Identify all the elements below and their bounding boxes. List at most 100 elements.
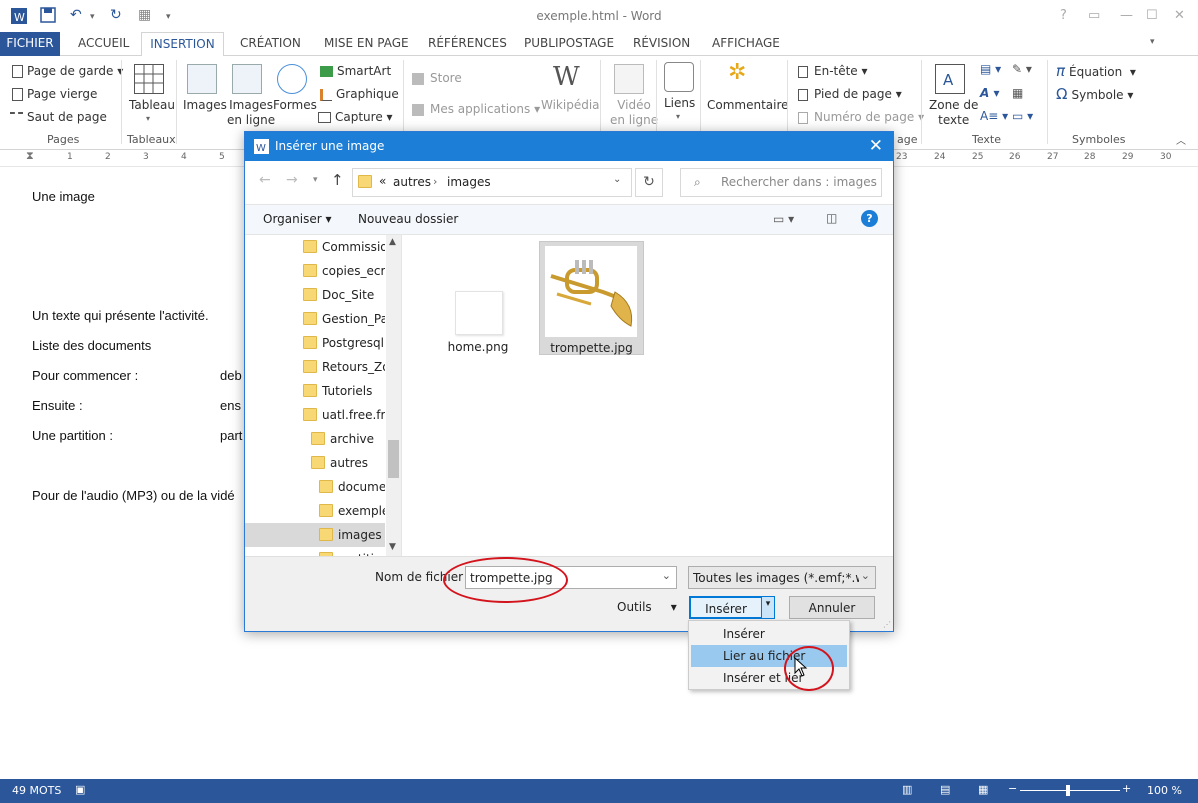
nav-folder-item[interactable]: Postgresql (245, 331, 385, 355)
tab-mise-en-page[interactable]: MISE EN PAGE (324, 36, 409, 50)
path-dropdown-icon[interactable]: ⌄ (613, 174, 621, 185)
images-button[interactable]: Images (183, 98, 227, 112)
scroll-up-icon[interactable]: ▲ (389, 237, 396, 247)
tab-publipostage[interactable]: PUBLIPOSTAGE (524, 36, 614, 50)
store-button[interactable]: Store (412, 71, 462, 85)
images-en-ligne-button[interactable]: Images en ligne (227, 98, 275, 128)
wordart-icon[interactable]: A ▾ (980, 86, 1000, 100)
close-icon[interactable]: ✕ (1174, 8, 1185, 23)
doc-line-value[interactable]: ens (220, 398, 241, 413)
nav-folder-item[interactable]: Retours_Zoo (245, 355, 385, 379)
nouveau-dossier-button[interactable]: Nouveau dossier (358, 212, 458, 226)
object-icon[interactable]: ▭ ▾ (1012, 109, 1033, 123)
web-layout-icon[interactable]: ▦ (978, 783, 988, 796)
scroll-down-icon[interactable]: ▼ (389, 542, 396, 552)
recent-dropdown-icon[interactable]: ▾ (313, 175, 318, 185)
nav-folder-item[interactable]: Gestion_Pag (245, 307, 385, 331)
view-options-icon[interactable]: ▭ ▾ (773, 212, 794, 226)
breadcrumb-autres[interactable]: autres (393, 175, 431, 189)
tab-fichier[interactable]: FICHIER (0, 32, 60, 56)
up-icon[interactable]: ↑ (331, 171, 344, 189)
zoom-level[interactable]: 100 % (1147, 784, 1182, 797)
word-count[interactable]: 49 MOTS (12, 784, 61, 797)
nav-folder-item[interactable]: autres (245, 451, 385, 475)
search-box[interactable]: ⌕ Rechercher dans : images (680, 168, 882, 197)
tab-revision[interactable]: RÉVISION (633, 36, 690, 50)
doc-line-label[interactable]: Une partition : (32, 428, 113, 443)
nav-folder-item[interactable]: Doc_Site (245, 283, 385, 307)
doc-line-value[interactable]: deb (220, 368, 242, 383)
collapse-ribbon-icon[interactable]: ︿ (1176, 132, 1186, 147)
refresh-button[interactable]: ↻ (635, 168, 663, 197)
saut-de-page-button[interactable]: Saut de page (10, 110, 107, 124)
print-layout-icon[interactable]: ▤ (940, 783, 950, 796)
doc-line[interactable]: Liste des documents (32, 338, 151, 353)
account-dropdown-icon[interactable]: ▾ (1150, 37, 1155, 47)
help-icon[interactable]: ? (1060, 8, 1067, 23)
nav-folder-item-selected[interactable]: images (245, 523, 385, 547)
back-icon[interactable]: ← (259, 172, 271, 188)
nav-folder-item[interactable]: documen (245, 475, 385, 499)
preview-pane-icon[interactable]: ◫ (826, 211, 837, 225)
breadcrumb-images[interactable]: images (447, 175, 491, 189)
liens-dropdown-icon[interactable]: ▾ (676, 112, 680, 121)
ribbon-display-icon[interactable]: ▭ (1088, 8, 1100, 23)
mes-applications-button[interactable]: Mes applications ▾ (412, 102, 540, 116)
nav-folder-item[interactable]: exemple_ (245, 499, 385, 523)
en-tete-button[interactable]: En-tête ▾ (798, 64, 868, 78)
page-vierge-button[interactable]: Page vierge (12, 87, 97, 101)
scroll-thumb[interactable] (388, 440, 399, 478)
date-time-icon[interactable]: ▦ (1012, 86, 1023, 100)
indent-marker-icon[interactable]: ⧗ (26, 149, 34, 163)
nav-folder-item[interactable]: Commission (245, 235, 385, 259)
read-mode-icon[interactable]: ▥ (902, 783, 912, 796)
liens-button[interactable]: Liens (664, 96, 695, 110)
doc-line-label[interactable]: Pour commencer : (32, 368, 138, 383)
commentaire-button[interactable]: Commentaire (707, 98, 789, 112)
nav-scrollbar[interactable]: ▲ ▼ (386, 235, 401, 556)
annuler-button[interactable]: Annuler (789, 596, 875, 619)
file-item-selected[interactable]: trompette.jpg (539, 241, 644, 355)
doc-line[interactable]: Une image (32, 189, 95, 204)
capture-button[interactable]: Capture ▾ (318, 110, 393, 124)
tab-creation[interactable]: CRÉATION (240, 36, 301, 50)
doc-line-value[interactable]: part (220, 428, 242, 443)
nav-folder-item[interactable]: partiti (245, 547, 385, 556)
formes-button[interactable]: Formes (273, 98, 317, 112)
filetype-select[interactable]: Toutes les images (*.emf;*.wmf; ⌄ (688, 566, 876, 589)
tab-affichage[interactable]: AFFICHAGE (712, 36, 780, 50)
file-item[interactable]: home.png (436, 241, 520, 355)
inserer-dropdown-icon[interactable]: ▾ (761, 596, 775, 619)
dialog-close-icon[interactable]: ✕ (869, 136, 883, 156)
proofing-icon[interactable]: ▣ (75, 783, 85, 796)
zoom-slider-thumb[interactable] (1066, 785, 1070, 796)
maximize-icon[interactable]: ☐ (1146, 8, 1158, 23)
zoom-in-icon[interactable]: + (1122, 782, 1131, 795)
page-de-garde-button[interactable]: Page de garde ▾ (12, 64, 123, 78)
pied-de-page-button[interactable]: Pied de page ▾ (798, 87, 902, 101)
dropcap-icon[interactable]: A≡ ▾ (980, 109, 1008, 123)
filename-dropdown-icon[interactable]: ⌄ (662, 569, 671, 582)
tab-accueil[interactable]: ACCUEIL (78, 36, 129, 50)
outils-button[interactable]: Outils ▾ (617, 600, 677, 614)
menu-inserer[interactable]: Insérer (691, 623, 847, 645)
resize-grip-icon[interactable]: ⋰ (883, 620, 891, 629)
tableau-dropdown-icon[interactable]: ▾ (146, 114, 150, 123)
filetype-dropdown-icon[interactable]: ⌄ (861, 569, 870, 582)
forward-icon[interactable]: → (286, 172, 298, 188)
inserer-button[interactable]: Insérer (689, 596, 763, 619)
smartart-button[interactable]: SmartArt (320, 64, 391, 78)
graphique-button[interactable]: Graphique (320, 87, 399, 101)
zoom-slider[interactable] (1020, 790, 1120, 791)
help-icon[interactable]: ? (861, 210, 878, 227)
tableau-button[interactable]: Tableau (129, 98, 175, 112)
path-box[interactable]: « autres › images ⌄ (352, 168, 632, 197)
nav-folder-item[interactable]: uatl.free.fr (245, 403, 385, 427)
nav-folder-item[interactable]: copies_ecra (245, 259, 385, 283)
quickparts-icon[interactable]: ▤ ▾ (980, 62, 1001, 76)
tab-references[interactable]: RÉFÉRENCES (428, 36, 507, 50)
doc-line-label[interactable]: Ensuite : (32, 398, 83, 413)
doc-line[interactable]: Un texte qui présente l'activité. (32, 308, 209, 323)
signature-line-icon[interactable]: ✎ ▾ (1012, 62, 1032, 76)
symbole-button[interactable]: Ω Symbole ▾ (1056, 85, 1133, 103)
